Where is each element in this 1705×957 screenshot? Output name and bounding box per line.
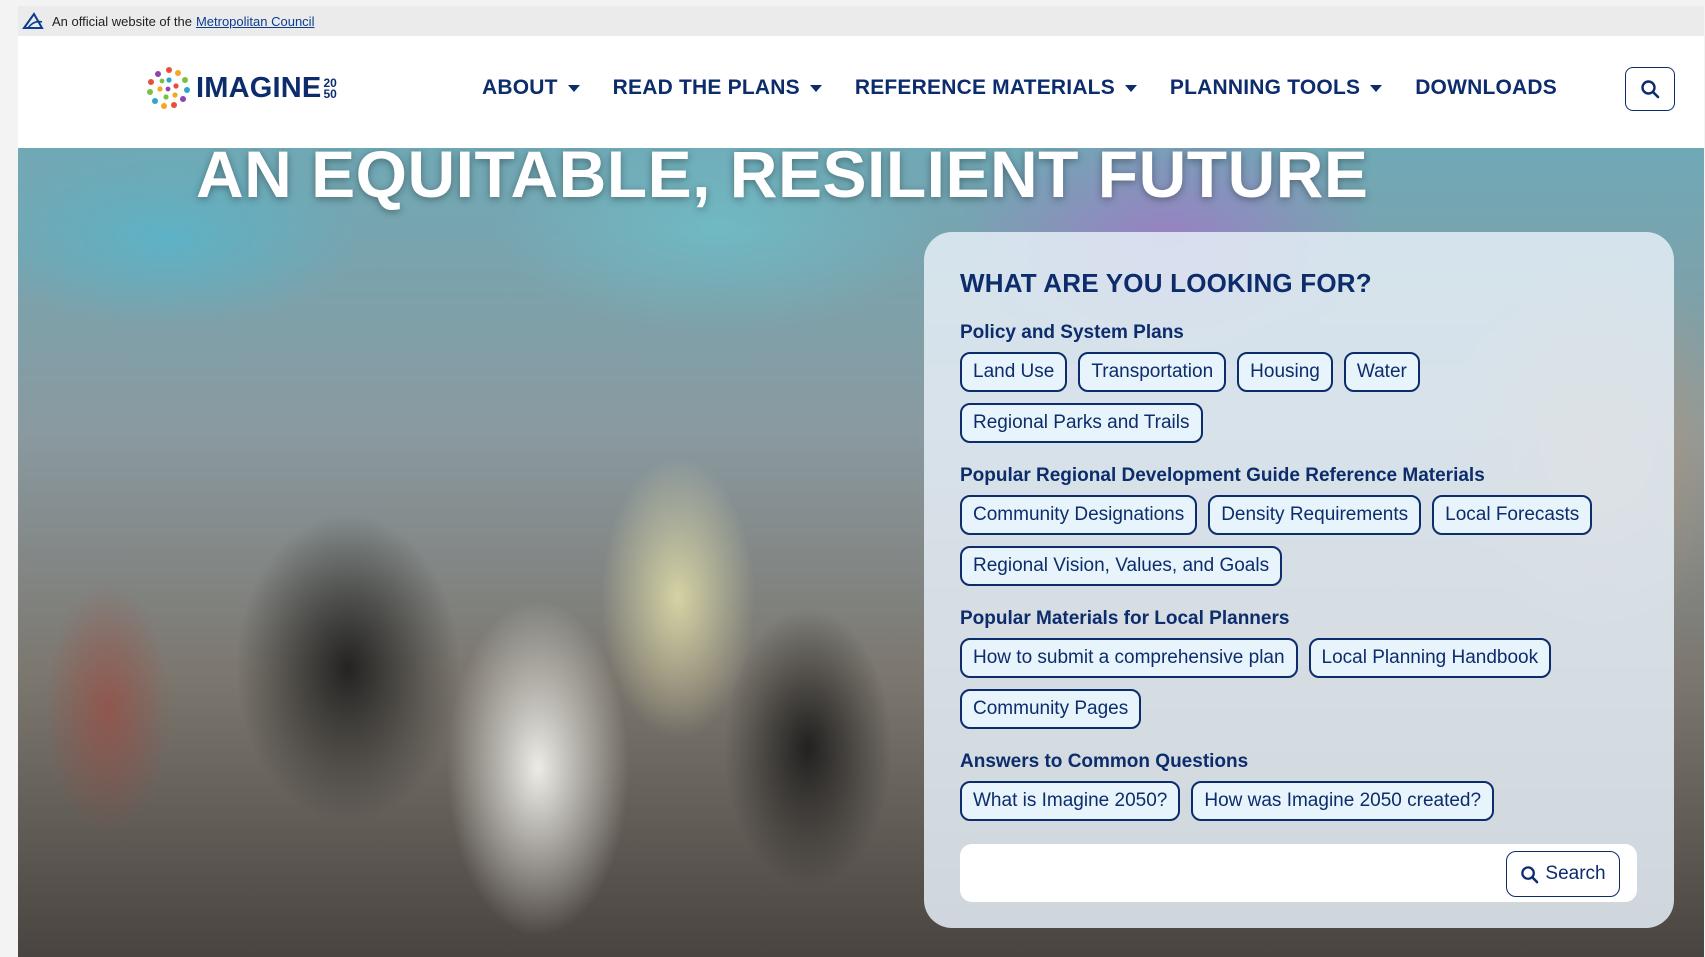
- logo-wordmark: IMAGINE: [196, 71, 322, 104]
- logo-dots-icon: [147, 67, 190, 109]
- nav-read-the-plans[interactable]: READ THE PLANS: [613, 76, 822, 100]
- chip-regional-parks[interactable]: Regional Parks and Trails: [960, 403, 1203, 443]
- logo-year: 20 50: [323, 77, 337, 101]
- section-heading: Popular Regional Development Guide Refer…: [960, 465, 1485, 486]
- official-banner-text: An official website of the: [52, 13, 192, 29]
- nav-about[interactable]: ABOUT: [482, 76, 580, 100]
- chip-list: How to submit a comprehensive plan Local…: [960, 638, 1640, 740]
- nav-planning-tools-label: PLANNING TOOLS: [1169, 76, 1361, 99]
- chip-local-forecasts[interactable]: Local Forecasts: [1432, 495, 1593, 535]
- header-search-button[interactable]: [1625, 67, 1675, 111]
- section-reference-materials: Popular Regional Development Guide Refer…: [960, 465, 1640, 597]
- chip-housing[interactable]: Housing: [1237, 352, 1333, 392]
- finder-title: WHAT ARE YOU LOOKING FOR?: [960, 268, 1372, 298]
- finder-search-button[interactable]: Search: [1506, 851, 1620, 897]
- chip-transportation[interactable]: Transportation: [1078, 352, 1227, 392]
- finder-search-input[interactable]: [974, 854, 1498, 894]
- nav-downloads[interactable]: DOWNLOADS: [1415, 76, 1557, 100]
- hero-title: AN EQUITABLE, RESILIENT FUTURE: [196, 148, 1369, 211]
- chip-list: What is Imagine 2050? How was Imagine 20…: [960, 781, 1640, 832]
- caret-down-icon: [1124, 84, 1137, 92]
- section-local-planners: Popular Materials for Local Planners How…: [960, 608, 1640, 740]
- section-heading: Popular Materials for Local Planners: [960, 608, 1290, 629]
- site-header: IMAGINE 20 50 ABOUT READ THE PLANS REFER…: [18, 36, 1704, 148]
- official-website-banner: An official website of the Metropolitan …: [18, 6, 1704, 36]
- chip-land-use[interactable]: Land Use: [960, 352, 1068, 392]
- nav-about-label: ABOUT: [482, 76, 558, 99]
- chip-community-pages[interactable]: Community Pages: [960, 689, 1142, 729]
- section-heading: Policy and System Plans: [960, 322, 1184, 343]
- logo-year-bottom: 50: [323, 87, 337, 101]
- main-navigation: ABOUT READ THE PLANS REFERENCE MATERIALS…: [482, 76, 1590, 100]
- chip-local-planning-handbook[interactable]: Local Planning Handbook: [1308, 638, 1552, 678]
- search-icon: [1521, 865, 1539, 883]
- nav-read-the-plans-label: READ THE PLANS: [612, 76, 800, 99]
- metropolitan-council-link[interactable]: Metropolitan Council: [196, 14, 315, 29]
- chip-water[interactable]: Water: [1343, 352, 1420, 392]
- caret-down-icon: [809, 84, 822, 92]
- finder-panel: WHAT ARE YOU LOOKING FOR? Policy and Sys…: [924, 232, 1674, 928]
- section-policy-plans: Policy and System Plans Land Use Transpo…: [960, 322, 1640, 454]
- chip-what-is-imagine-2050[interactable]: What is Imagine 2050?: [960, 781, 1181, 821]
- chip-how-was-imagine-2050-created[interactable]: How was Imagine 2050 created?: [1191, 781, 1495, 821]
- chip-submit-comprehensive-plan[interactable]: How to submit a comprehensive plan: [960, 638, 1298, 678]
- chip-density-requirements[interactable]: Density Requirements: [1208, 495, 1422, 535]
- search-icon: [1641, 80, 1660, 99]
- browser-page: An official website of the Metropolitan …: [18, 6, 1704, 957]
- nav-planning-tools[interactable]: PLANNING TOOLS: [1169, 76, 1383, 100]
- nav-reference-materials[interactable]: REFERENCE MATERIALS: [855, 76, 1137, 100]
- caret-down-icon: [1370, 84, 1383, 92]
- metropolitan-council-icon: [22, 12, 44, 29]
- imagine-2050-logo[interactable]: IMAGINE 20 50: [145, 64, 337, 112]
- finder-search-button-label: Search: [1545, 863, 1606, 884]
- section-common-questions: Answers to Common Questions What is Imag…: [960, 751, 1640, 832]
- chip-list: Land Use Transportation Housing Water Re…: [960, 352, 1640, 454]
- chip-regional-vision[interactable]: Regional Vision, Values, and Goals: [960, 546, 1283, 586]
- nav-downloads-label: DOWNLOADS: [1415, 76, 1557, 99]
- caret-down-icon: [567, 84, 580, 92]
- chip-list: Community Designations Density Requireme…: [960, 495, 1640, 597]
- nav-reference-materials-label: REFERENCE MATERIALS: [854, 76, 1115, 99]
- section-heading: Answers to Common Questions: [960, 751, 1249, 772]
- finder-search-bar: Search: [960, 844, 1637, 902]
- hero-section: AN EQUITABLE, RESILIENT FUTURE WHAT ARE …: [18, 148, 1704, 957]
- chip-community-designations[interactable]: Community Designations: [960, 495, 1198, 535]
